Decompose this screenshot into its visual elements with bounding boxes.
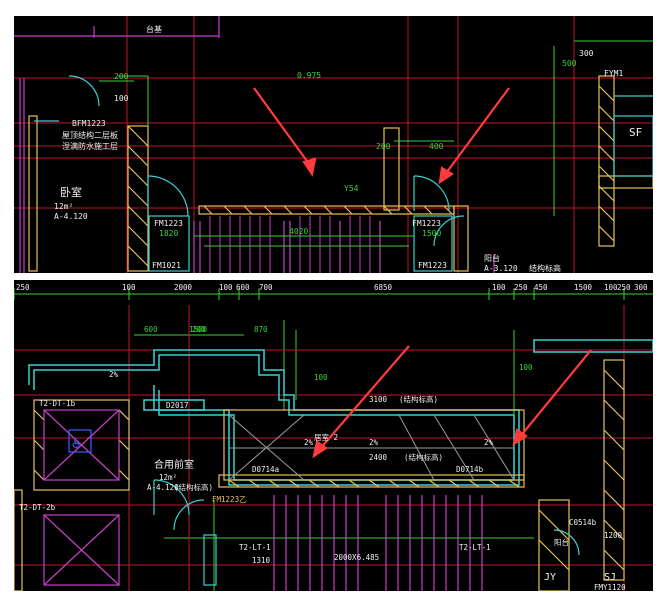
room-elev: A-4.120 <box>54 212 88 221</box>
annotation-arrows <box>312 345 592 459</box>
accessible-icon: ♿ <box>68 429 92 453</box>
label-d2017: D2017 <box>166 401 189 410</box>
floor-plan-top: 台基 BFM1223 屋顶结构二层板 涅满防水施工层 卧室 12m² A-4.1… <box>14 16 653 273</box>
dim-4: 600 <box>236 283 250 292</box>
label-stairs: 2000X6.485 <box>334 553 379 562</box>
label-lt: T2-LT-1 <box>239 543 271 552</box>
label-struct: (结构标高) <box>174 482 213 492</box>
door-fm-c: FM1021 <box>152 261 181 270</box>
slope-right: 2% <box>484 438 494 447</box>
dim-500: 500 <box>562 59 577 68</box>
mark-3100: 3100 <box>369 395 388 404</box>
label-t2dt2: T2-DT-2b <box>19 503 56 512</box>
slope-mid1: 2% <box>304 438 314 447</box>
dim-5: 700 <box>259 283 273 292</box>
dim-10: 1500 <box>574 283 593 292</box>
note-waterproof: 涅满防水施工层 <box>62 141 118 151</box>
dim-200a: 200 <box>376 142 391 151</box>
slope-left: 2% <box>109 370 119 379</box>
dim-9: 450 <box>534 283 548 292</box>
dim-200b: 200 <box>114 72 129 81</box>
right-room: 阳台 <box>484 253 500 263</box>
room-area: 12m² <box>54 202 73 211</box>
label-c0514: C0514b <box>569 518 597 527</box>
dim-2: 2000 <box>174 283 193 292</box>
dim-100: 100 <box>114 94 129 103</box>
dim-12: 250 <box>617 283 631 292</box>
dim-6: 6850 <box>374 283 393 292</box>
label-sf: SF <box>629 126 642 139</box>
dim-200: 200 <box>192 325 206 334</box>
door-fm-a: FM1223 <box>154 219 183 228</box>
label-d0714b: D0714b <box>456 465 484 474</box>
label-fmy: FMY1120 <box>594 583 626 591</box>
dim-100b: 100 <box>519 363 533 372</box>
dim-0: 250 <box>16 283 30 292</box>
top-mark: 台基 <box>146 24 162 34</box>
dim-600: 600 <box>144 325 158 334</box>
dim-1310: 1310 <box>252 556 271 565</box>
label-lt2: T2-LT-1 <box>459 543 491 552</box>
mark-2400: 2400 <box>369 453 388 462</box>
label-sj: SJ <box>604 572 616 583</box>
label-fym: FYM1 <box>604 69 623 78</box>
elev-note: (结构标高) <box>399 394 438 404</box>
dim-300: 300 <box>579 49 594 58</box>
dim-y54: Y54 <box>344 184 359 193</box>
label-balcony: 阳台 <box>554 537 569 547</box>
dim-1500: 1500 <box>422 229 441 238</box>
dim-8: 250 <box>514 283 528 292</box>
room-name: 卧室 <box>60 185 82 199</box>
svg-text:♿: ♿ <box>72 433 82 452</box>
door-fm-b: FM1223 <box>412 219 441 228</box>
door-fm-d: FM1223 <box>418 261 447 270</box>
dimension-lines <box>99 40 653 247</box>
dim-7: 100 <box>492 283 506 292</box>
outer-walls <box>28 339 653 486</box>
stair-dim: 4020 <box>289 227 308 236</box>
slope-mid2: 2% <box>369 438 379 447</box>
right-area: A-3.120 <box>484 264 518 273</box>
structural-walls <box>28 75 653 272</box>
stair-note: (结构标高) <box>404 452 443 462</box>
label-area: 12m² <box>159 473 177 482</box>
dim-1: 100 <box>122 283 136 292</box>
dim-870: 870 <box>254 325 268 334</box>
elev-room: 居室 2 <box>314 432 338 442</box>
label-jy: JY <box>544 572 556 583</box>
annotation-arrows <box>253 87 510 185</box>
floor-plan-bottom: ♿ 250 100 2000 100 600 700 6850 100 250 … <box>14 283 653 591</box>
dim-3: 100 <box>219 283 233 292</box>
label-d0714a: D0714a <box>252 465 279 474</box>
right-note: 结构标高 <box>529 263 561 273</box>
label-fm: FM1223乙 <box>212 495 247 504</box>
dim-1820: 1820 <box>159 229 178 238</box>
dim-13: 300 <box>634 283 648 292</box>
cad-viewport-bottom[interactable]: ♿ 250 100 2000 100 600 700 6850 100 250 … <box>14 280 653 591</box>
note-bfm: BFM1223 <box>72 119 106 128</box>
cad-viewport-top[interactable]: 台基 BFM1223 屋顶结构二层板 涅满防水施工层 卧室 12m² A-4.1… <box>14 16 653 273</box>
dim-400: 400 <box>429 142 444 151</box>
dim-1200: 1200 <box>604 531 623 540</box>
dim-100a: 100 <box>314 373 328 382</box>
note-roof: 屋顶结构二层板 <box>62 130 118 140</box>
dim-11: 100 <box>604 283 618 292</box>
dim-0975: 0.975 <box>297 71 321 80</box>
label-combined-lobby: 合用前室 <box>154 458 194 471</box>
label-t2dt: T2-DT-1b <box>39 399 76 408</box>
